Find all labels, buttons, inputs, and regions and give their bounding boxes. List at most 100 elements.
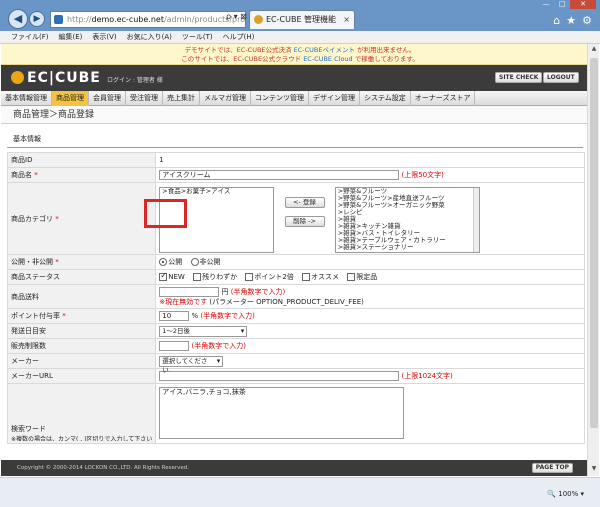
product-id-highlight — [144, 199, 187, 228]
forward-arrow-icon[interactable]: ▶ — [29, 11, 45, 27]
product-id-value: 1 — [155, 152, 585, 168]
home-icon[interactable]: ⌂ — [553, 14, 560, 27]
checkbox[interactable] — [347, 273, 356, 281]
checkbox[interactable] — [159, 271, 168, 281]
product-name-input[interactable]: アイスクリーム — [159, 170, 400, 180]
admin-header: EC|CUBE ログイン : 管理者 様 SITE CHECK LOGOUT — [1, 65, 599, 91]
scroll-up-icon[interactable]: ▲ — [589, 45, 599, 55]
option-label: ポイント2倍 — [254, 273, 294, 281]
window-buttons: — □ ✕ — [538, 0, 596, 10]
maker-label: メーカー — [6, 353, 157, 369]
logo-mark-icon — [11, 71, 24, 84]
shipping-input[interactable] — [159, 286, 220, 297]
menu-favorites[interactable]: お気に入り(A) — [122, 31, 177, 44]
nav-ownersstore[interactable]: オーナーズストア — [411, 91, 476, 106]
status-few-left-checkbox[interactable]: 残りわずか — [193, 273, 237, 281]
radio-button[interactable] — [159, 258, 168, 266]
demo-notice: デモサイトでは、EC-CUBE公式決済 EC-CUBEペイメント が利用出来ませ… — [1, 44, 599, 65]
list-item[interactable]: >雑貨>ステーショナリー — [336, 243, 479, 251]
notice-text: デモサイトでは、EC-CUBE公式決済 — [184, 46, 294, 54]
radio-button[interactable] — [190, 258, 199, 266]
status-recommend-checkbox[interactable]: オススメ — [302, 273, 339, 281]
checkbox[interactable] — [302, 273, 311, 281]
delivery-label: 発送日目安 — [6, 323, 157, 339]
private-radio[interactable]: 非公開 — [190, 258, 221, 266]
zoom-value: 100% — [558, 490, 579, 498]
category-remove-button[interactable]: 削除 -> — [284, 215, 325, 227]
browser-chrome: ◀ ▶ http://demo.ec-cube.net/admin/produc… — [0, 0, 600, 44]
nav-mailmagazine[interactable]: メルマガ管理 — [200, 91, 251, 106]
option-label: 非公開 — [199, 258, 221, 266]
required-mark: * — [55, 214, 59, 223]
menu-view[interactable]: 表示(V) — [87, 31, 121, 44]
nav-design[interactable]: デザイン管理 — [309, 91, 360, 106]
minimize-icon[interactable]: — — [538, 0, 554, 9]
gear-icon[interactable]: ⚙ — [582, 14, 592, 27]
menu-tools[interactable]: ツール(T) — [177, 31, 218, 44]
tab-close-icon[interactable]: × — [343, 11, 350, 28]
point-note: (半角数字で入力) — [200, 312, 255, 320]
all-category-list[interactable]: >野菜&フルーツ >野菜&フルーツ>産地直送フルーツ >野菜&フルーツ>オーガニ… — [334, 186, 480, 253]
unit-label: 円 — [221, 287, 229, 296]
list-scrollbar[interactable] — [472, 187, 479, 252]
unit-label: % — [191, 312, 199, 320]
section-title: 基本情報 — [7, 134, 583, 148]
nav-sales[interactable]: 売上集計 — [163, 91, 200, 106]
status-double-points-checkbox[interactable]: ポイント2倍 — [245, 273, 294, 281]
status-new-checkbox[interactable]: NEW — [159, 271, 185, 281]
nav-system[interactable]: システム設定 — [360, 91, 411, 106]
checkbox[interactable] — [193, 273, 202, 281]
scroll-thumb[interactable] — [590, 58, 598, 428]
shipping-warning: ※現在無効です — [159, 297, 208, 306]
logout-button[interactable]: LOGOUT — [543, 72, 579, 83]
nav-basic-info[interactable]: 基本情報管理 — [1, 91, 52, 106]
delivery-select[interactable]: 1〜2日後 — [159, 325, 248, 337]
required-mark: * — [62, 312, 66, 320]
back-arrow-icon[interactable]: ◀ — [8, 9, 28, 29]
site-check-button[interactable]: SITE CHECK — [495, 72, 543, 83]
nav-contents[interactable]: コンテンツ管理 — [251, 91, 309, 106]
page-scrollbar[interactable]: ▲ ▼ — [587, 44, 599, 476]
zoom-level[interactable]: 🔍 100% ▾ — [547, 490, 584, 498]
logo: EC|CUBE — [11, 70, 101, 86]
copyright: Copyright © 2000-2014 LOCKON CO.,LTD. Al… — [17, 465, 189, 471]
required-mark: * — [55, 258, 59, 266]
sale-limit-input[interactable] — [159, 341, 190, 351]
menu-file[interactable]: ファイル(F) — [6, 31, 54, 44]
list-item[interactable]: >レシピ — [336, 208, 479, 216]
maker-url-input[interactable] — [159, 371, 400, 381]
toolbar-icons: ⌂ ★ ⚙ — [547, 14, 592, 27]
notice-text: が利用出来ません。 — [354, 46, 416, 54]
menu-help[interactable]: ヘルプ(H) — [218, 31, 260, 44]
label-text: 商品カテゴリ — [11, 214, 53, 223]
status-limited-checkbox[interactable]: 限定品 — [347, 273, 377, 281]
login-info: ログイン : 管理者 様 — [107, 77, 163, 84]
nav-products[interactable]: 商品管理 — [52, 91, 89, 106]
notice-link-cloud[interactable]: EC-CUBE Cloud — [303, 55, 353, 63]
label-text: 公開・非公開 — [11, 258, 53, 266]
scroll-down-icon[interactable]: ▼ — [589, 465, 599, 475]
notice-link-payment[interactable]: EC-CUBEペイメント — [294, 46, 355, 54]
shipping-param: (パラメーター OPTION_PRODUCT_DELIV_FEE) — [209, 297, 364, 306]
category-add-button[interactable]: <- 登録 — [284, 196, 325, 208]
maker-select[interactable]: 選択してください — [159, 355, 224, 374]
nav-customers[interactable]: 会員管理 — [89, 91, 126, 106]
menu-edit[interactable]: 編集(E) — [54, 31, 88, 44]
list-item[interactable]: >食品>お菓子>アイス — [160, 188, 273, 195]
close-window-icon[interactable]: ✕ — [570, 0, 596, 9]
point-input[interactable]: 10 — [159, 311, 190, 321]
notice-text: で稼働しております。 — [352, 55, 419, 63]
shipping-note: (半角数字で入力) — [230, 287, 286, 296]
checkbox[interactable] — [245, 273, 254, 281]
tab-favicon-icon — [254, 15, 263, 24]
star-icon[interactable]: ★ — [566, 14, 576, 27]
label-text: 商品名 — [11, 171, 32, 179]
maximize-icon[interactable]: □ — [554, 0, 570, 9]
page-title: 商品管理＞商品登録 — [1, 106, 599, 124]
page-top-button[interactable]: PAGE TOP — [531, 463, 573, 473]
browser-tab[interactable]: EC-CUBE 管理機能 × — [249, 10, 355, 29]
search-word-textarea[interactable]: アイス,バニラ,チョコ,抹茶 — [159, 387, 405, 439]
public-radio[interactable]: 公開 — [159, 258, 182, 266]
nav-orders[interactable]: 受注管理 — [126, 91, 163, 106]
address-bar[interactable]: http://demo.ec-cube.net/admin/products/p… — [50, 11, 246, 28]
